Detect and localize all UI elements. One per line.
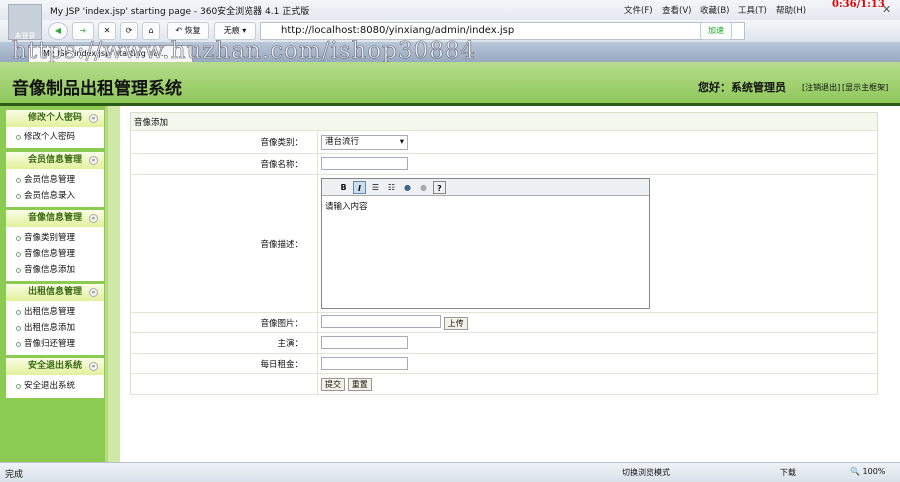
switch-mode-button[interactable]: 切换浏览模式 [622,467,670,478]
window-title: My JSP 'index.jsp' starting page - 360安全… [50,7,310,17]
logout-link[interactable]: [注销退出] [802,82,840,93]
status-bar: 完成 切换浏览模式 下载 🔍 100% [0,462,900,482]
sidebar-group-header[interactable]: 出租信息管理 « [6,284,104,301]
reset-button[interactable]: 重置 [347,377,372,391]
collapse-icon[interactable]: « [89,156,98,165]
accelerate-button[interactable]: 加速 [700,22,732,40]
italic-icon[interactable]: I [353,180,366,194]
unordered-list-icon[interactable]: ☷ [385,181,398,194]
menu-help[interactable]: 帮助(H) [776,4,806,16]
sidebar-item[interactable]: 音像信息管理 [6,246,104,262]
menu-tools[interactable]: 工具(T) [738,4,767,16]
sidebar: 修改个人密码 « 修改个人密码 会员信息管理 « 会员信息管理 会员信息录入 音像信… [0,106,105,462]
sidebar-item[interactable]: 音像归还管理 [6,336,104,352]
image-input[interactable] [321,315,441,328]
collapse-icon[interactable]: « [89,362,98,371]
actor-input[interactable] [321,336,408,349]
ordered-list-icon[interactable]: ☰ [369,181,382,194]
watermark: https://www.huzhan.com/ishop30884 [12,38,477,65]
category-label: 音像类别： [130,130,318,154]
menu-view[interactable]: 查看(V) [662,4,691,16]
sidebar-group-header[interactable]: 安全退出系统 « [6,358,104,375]
sidebar-item[interactable]: 出租信息管理 [6,304,104,320]
status-text: 完成 [5,470,24,480]
bold-icon[interactable]: B [337,181,350,194]
clock-overlay: 0:36/1:13 [832,0,885,10]
sidebar-group-header[interactable]: 修改个人密码 « [6,110,104,127]
category-select[interactable]: 港台流行 ▾ [321,134,408,150]
name-label: 音像名称： [130,153,318,175]
upload-button[interactable]: 上传 [443,317,468,330]
desc-label: 音像描述： [130,174,318,313]
sidebar-item[interactable]: 修改个人密码 [6,129,104,145]
rich-text-editor[interactable]: B I ☰ ☷ ● ● ? 请输入内容 [321,178,650,309]
app-header: 音像制品出租管理系统 您好：系统管理员 [注销退出] [显示主框架] [0,62,900,103]
collapse-icon[interactable]: « [89,214,98,223]
name-input[interactable] [321,157,408,170]
actor-label: 主演： [130,332,318,354]
sidebar-item[interactable]: 会员信息管理 [6,172,104,188]
zoom-level[interactable]: 🔍 100% [850,467,885,476]
unlink-icon[interactable]: ● [417,181,430,194]
sidebar-item[interactable]: 音像信息添加 [6,262,104,278]
greeting: 您好：系统管理员 [698,81,786,94]
chevron-down-icon: ▾ [399,136,404,147]
menu-favorites[interactable]: 收藏(B) [700,4,729,16]
rent-input[interactable] [321,356,408,370]
show-frame-link[interactable]: [显示主框架] [842,82,888,93]
app-title: 音像制品出租管理系统 [12,79,182,99]
download-button[interactable]: 下载 [780,467,796,478]
sidebar-item[interactable]: 安全退出系统 [6,378,104,394]
sidebar-group-exit: 安全退出系统 « 安全退出系统 [6,358,104,398]
sidebar-group-rental: 出租信息管理 « 出租信息管理 出租信息添加 音像归还管理 [6,284,104,355]
avatar[interactable]: 未登录 [8,4,42,40]
collapse-icon[interactable]: « [89,114,98,123]
menu-file[interactable]: 文件(F) [624,4,653,16]
sidebar-group-password: 修改个人密码 « 修改个人密码 [6,110,104,148]
browser-title-bar: My JSP 'index.jsp' starting page - 360安全… [0,0,900,20]
sidebar-item[interactable]: 音像类别管理 [6,230,104,246]
help-icon[interactable]: ? [433,180,446,194]
header-divider [0,103,900,106]
form-title: 音像添加 [130,112,878,131]
sidebar-group-media: 音像信息管理 « 音像类别管理 音像信息管理 音像信息添加 [6,210,104,281]
sidebar-toggle-strip[interactable] [105,106,120,462]
rent-label: 每日租金： [130,353,318,374]
editor-content[interactable]: 请输入内容 [322,196,649,216]
image-label: 音像图片： [130,312,318,333]
link-icon[interactable]: ● [401,181,414,194]
sidebar-group-header[interactable]: 会员信息管理 « [6,152,104,169]
media-add-form: 音像添加 音像类别： 港台流行 ▾ 音像名称： 音像描述： B I ☰ ☷ ● ●… [130,112,878,395]
sidebar-group-members: 会员信息管理 « 会员信息管理 会员信息录入 [6,152,104,207]
editor-toolbar: B I ☰ ☷ ● ● ? [322,179,649,196]
close-icon[interactable]: ✕ [882,3,891,16]
sidebar-item[interactable]: 会员信息录入 [6,188,104,204]
sidebar-group-header[interactable]: 音像信息管理 « [6,210,104,227]
sidebar-item[interactable]: 出租信息添加 [6,320,104,336]
collapse-icon[interactable]: « [89,288,98,297]
submit-button[interactable]: 提交 [321,377,345,391]
